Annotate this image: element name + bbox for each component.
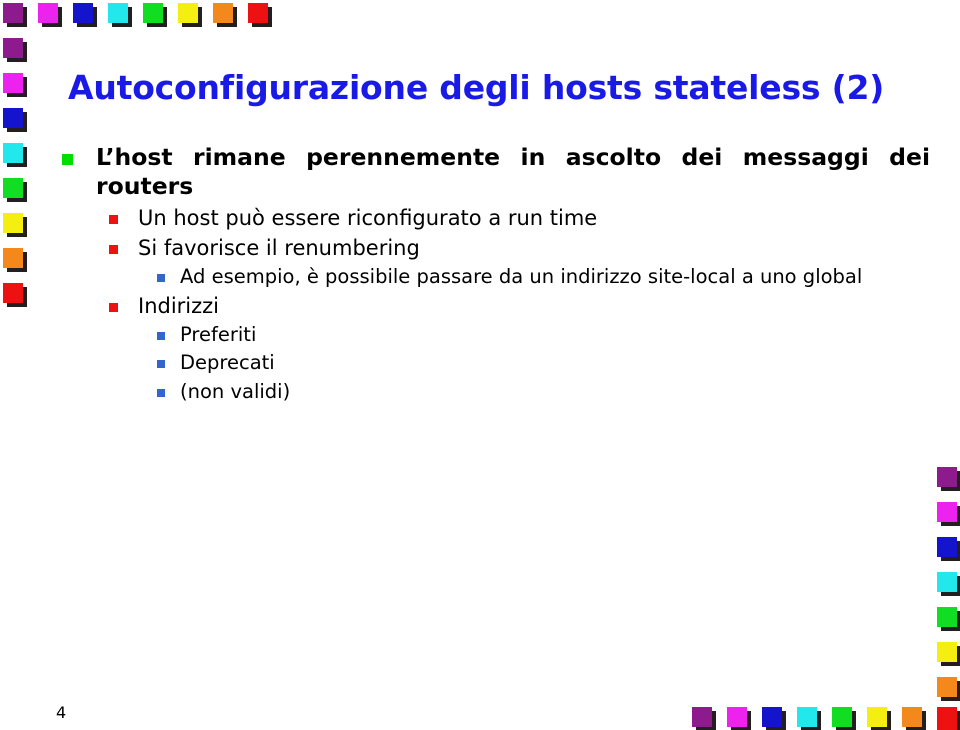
decorative-square	[937, 467, 957, 487]
decorative-square	[73, 3, 93, 23]
decorative-square	[213, 3, 233, 23]
decorative-square	[937, 607, 957, 627]
decorative-square	[937, 642, 957, 662]
red-square-bullet	[109, 244, 118, 254]
bullet-level-3: Deprecati	[58, 350, 930, 375]
blue-square-bullet	[157, 360, 165, 369]
decorative-square	[902, 707, 922, 727]
bullet-text: Deprecati	[180, 351, 275, 375]
decorative-square	[3, 38, 23, 58]
bullet-text: L’host rimane perennemente in ascolto de…	[96, 143, 930, 201]
decorative-square	[3, 178, 23, 198]
bullet-level-2: Si favorisce il renumbering	[58, 235, 930, 261]
decorative-square	[867, 707, 887, 727]
decorative-square	[3, 283, 23, 303]
blue-square-bullet	[157, 331, 165, 340]
bullet-text: Si favorisce il renumbering	[138, 235, 420, 260]
decorative-square	[3, 73, 23, 93]
decorative-square	[143, 3, 163, 23]
decorative-square	[3, 143, 23, 163]
decorative-square	[937, 537, 957, 557]
bullet-text: Preferiti	[180, 322, 257, 346]
bullet-level-2: Un host può essere riconfigurato a run t…	[58, 205, 930, 231]
decorative-square	[832, 707, 852, 727]
slide-body: L’host rimane perennemente in ascolto de…	[58, 143, 930, 407]
decorative-square	[937, 502, 957, 522]
slide-title: Autoconfigurazione degli hosts stateless…	[68, 68, 885, 107]
bullet-text: Ad esempio, è possibile passare da un in…	[180, 265, 863, 289]
red-square-bullet	[109, 302, 118, 312]
green-square-bullet	[62, 154, 73, 165]
page-number: 4	[56, 703, 67, 722]
blue-square-bullet	[157, 388, 165, 397]
decorative-square	[937, 677, 957, 697]
decorative-square	[108, 3, 128, 23]
decorative-square	[692, 707, 712, 727]
presentation-slide: Autoconfigurazione degli hosts stateless…	[0, 0, 960, 730]
decorative-square	[248, 3, 268, 23]
bullet-text: Un host può essere riconfigurato a run t…	[138, 206, 598, 231]
decorative-square	[762, 707, 782, 727]
blue-square-bullet	[157, 274, 165, 283]
decorative-square	[797, 707, 817, 727]
decorative-square	[3, 213, 23, 233]
decorative-square	[3, 248, 23, 268]
bullet-level-2: Indirizzi	[58, 293, 930, 319]
bullet-level-3: (non validi)	[58, 379, 930, 404]
bullet-level-1: L’host rimane perennemente in ascolto de…	[58, 143, 930, 201]
bullet-text: (non validi)	[180, 379, 291, 403]
decorative-square	[178, 3, 198, 23]
decorative-square	[937, 572, 957, 592]
bullet-level-3: Ad esempio, è possibile passare da un in…	[58, 264, 930, 289]
decorative-square	[3, 3, 23, 23]
decorative-square	[3, 108, 23, 128]
bullet-level-3: Preferiti	[58, 322, 930, 347]
red-square-bullet	[109, 215, 118, 225]
decorative-square	[38, 3, 58, 23]
decorative-square	[937, 712, 957, 730]
decorative-square	[727, 707, 747, 727]
bullet-text: Indirizzi	[138, 293, 220, 318]
